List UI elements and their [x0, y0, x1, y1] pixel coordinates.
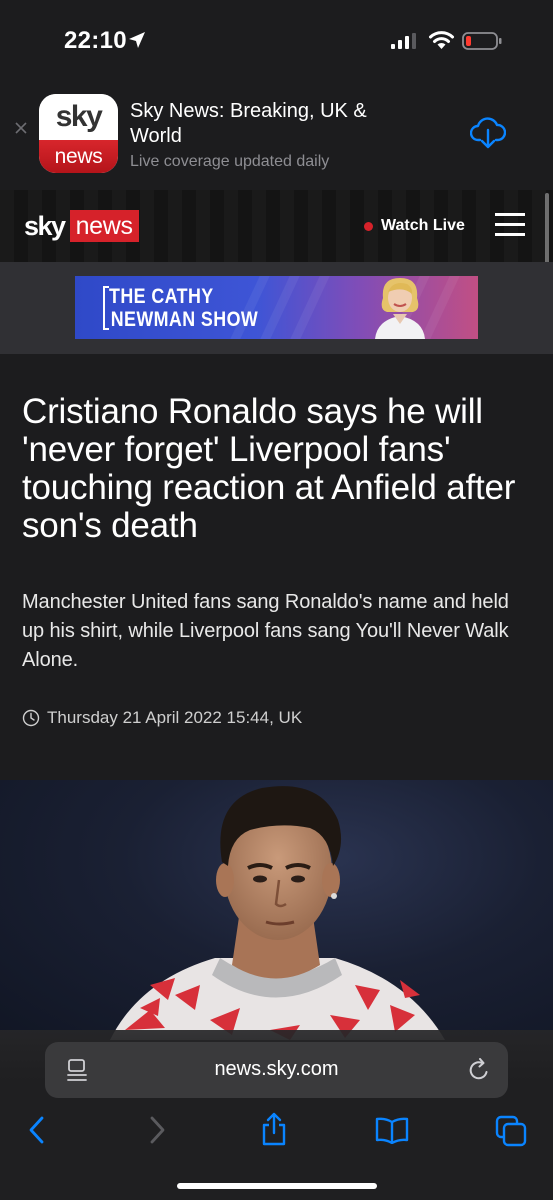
location-arrow-icon: [129, 32, 145, 48]
app-icon-news-text: news: [54, 144, 103, 168]
back-icon[interactable]: [26, 1115, 48, 1145]
status-time: 22:10: [64, 27, 127, 54]
app-icon[interactable]: sky news: [39, 94, 118, 173]
logo-sky-text: sky: [24, 210, 66, 241]
hamburger-menu-icon[interactable]: [495, 213, 525, 239]
logo-news-text: news: [75, 211, 133, 240]
app-banner-subtitle: Live coverage updated daily: [130, 153, 330, 170]
presenter-image: [375, 278, 425, 339]
reload-icon[interactable]: [468, 1058, 490, 1082]
status-bar: 22:10: [0, 0, 553, 84]
watch-live-label: Watch Live: [381, 217, 465, 234]
hero-photo: [110, 786, 445, 1040]
tabs-icon[interactable]: [495, 1115, 527, 1147]
article-standfirst: Manchester United fans sang Ronaldo's na…: [22, 591, 509, 671]
clock-icon: [22, 709, 40, 727]
cloud-download-icon[interactable]: [470, 116, 506, 150]
timestamp-text: Thursday 21 April 2022 15:44, UK: [47, 708, 303, 727]
sky-news-logo[interactable]: sky news: [24, 210, 139, 242]
forward-icon[interactable]: [146, 1115, 168, 1145]
watch-live-link[interactable]: Watch Live: [364, 216, 465, 236]
live-dot-icon: [364, 221, 373, 231]
app-banner-title[interactable]: Sky News: Breaking, UK & World: [130, 99, 400, 149]
app-install-banner: sky news Sky News: Breaking, UK & World …: [0, 84, 553, 190]
bookmarks-icon[interactable]: [375, 1116, 409, 1144]
advert-line-1: THE CATHY: [109, 285, 214, 308]
advert-banner[interactable]: THE CATHY NEWMAN SHOW: [75, 276, 478, 339]
battery-icon: [462, 32, 502, 50]
close-icon[interactable]: [14, 121, 28, 135]
home-indicator[interactable]: [177, 1183, 377, 1189]
article-hero-image[interactable]: [0, 780, 553, 1040]
share-icon[interactable]: [260, 1111, 288, 1147]
app-icon-sky-text: sky: [55, 100, 103, 133]
article-timestamp: Thursday 21 April 2022 15:44, UK: [22, 707, 302, 729]
advert-line-2: NEWMAN SHOW: [110, 308, 259, 331]
article-headline: Cristiano Ronaldo says he will 'never fo…: [22, 392, 516, 545]
wifi-icon: [429, 31, 454, 49]
signal-icon: [391, 33, 416, 49]
